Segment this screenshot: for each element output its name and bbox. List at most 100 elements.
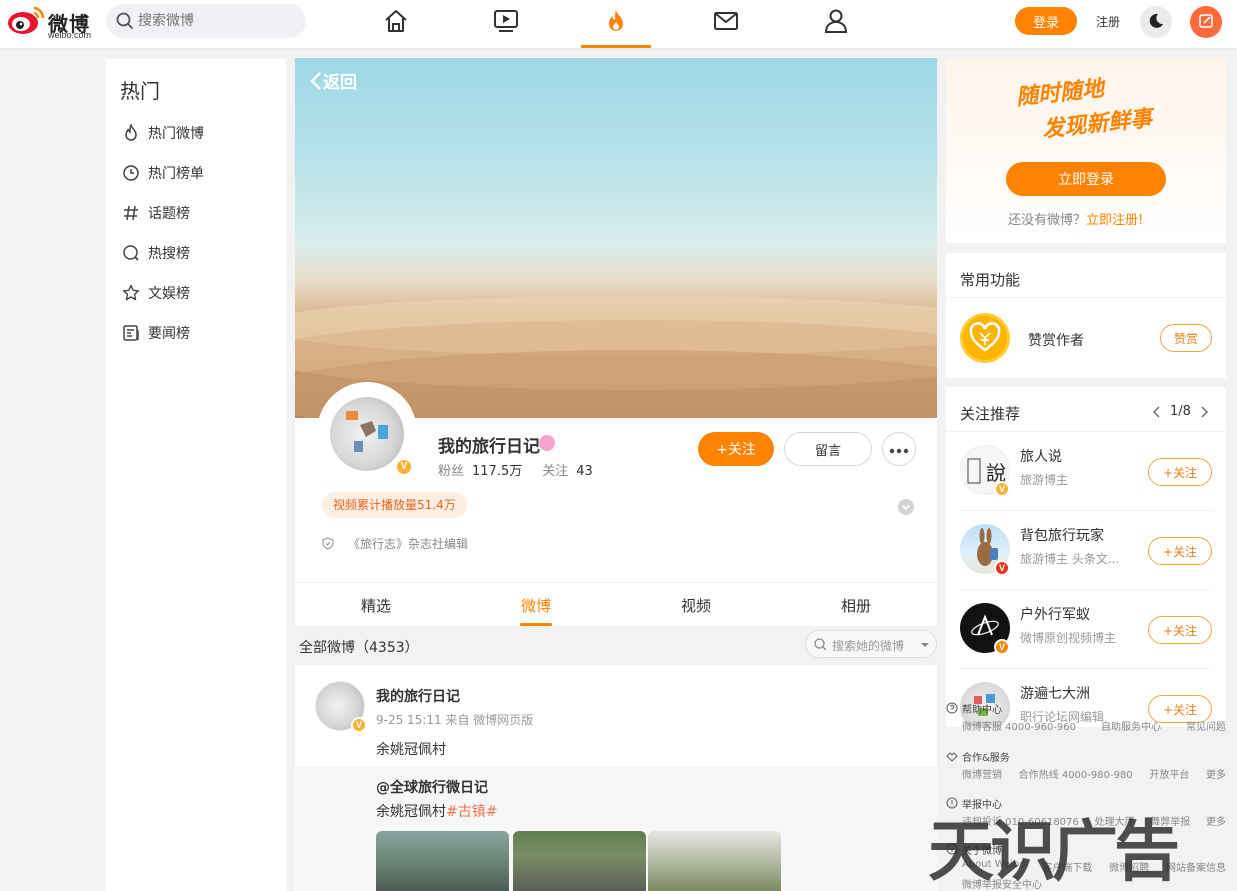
compose-button[interactable] — [1190, 6, 1222, 38]
recommend-name[interactable]: 背包旅行玩家 — [1020, 525, 1104, 545]
footer-link[interactable]: 更多 — [1206, 813, 1226, 828]
reward-button[interactable]: 赞赏 — [1160, 324, 1212, 352]
star-icon — [122, 284, 140, 301]
follow-button[interactable]: +关注 — [1148, 458, 1212, 486]
search-box[interactable] — [106, 4, 306, 38]
sidebar-item-hot-weibo[interactable]: 热门微博 — [122, 121, 272, 145]
footer-link[interactable]: 自助服务中心 — [1101, 718, 1161, 733]
fans-count[interactable]: 117.5万 — [472, 464, 522, 479]
tab-video[interactable]: 视频 — [656, 595, 736, 616]
recommend-item[interactable]: V 户外行军蚁 微博原创视频博主 +关注 — [946, 591, 1226, 669]
login-now-button[interactable]: 立即登录 — [1006, 162, 1166, 196]
handshake-icon — [946, 752, 958, 762]
left-sidebar: 热门 热门微博 热门榜单 话题榜 热搜榜 文娱榜 要闻榜 — [106, 59, 286, 891]
footer-coop-title: 合作&服务 — [962, 752, 1010, 764]
video-icon[interactable] — [493, 8, 519, 34]
footer-link[interactable]: 微博营销 — [962, 766, 1002, 781]
repost-block[interactable]: @全球旅行微日记 余姚冠佩村#古镇# — [295, 767, 937, 891]
hashtag-link[interactable]: #古镇# — [446, 804, 497, 820]
search-circle-icon — [123, 245, 139, 261]
back-label: 返回 — [323, 73, 357, 93]
clock-icon — [123, 165, 139, 181]
recommend-title: 关注推荐 — [960, 405, 1021, 423]
shield-icon — [322, 537, 334, 550]
footer-report-title: 举报中心 — [962, 799, 1002, 811]
recommend-name[interactable]: 户外行军蚁 — [1020, 604, 1090, 624]
sidebar-item-hot-search[interactable]: 热搜榜 — [122, 241, 272, 265]
search-icon — [814, 638, 827, 651]
sidebar-item-news[interactable]: 要闻榜 — [122, 321, 272, 345]
back-button[interactable]: 返回 — [309, 68, 357, 93]
post-author[interactable]: 我的旅行日记 — [376, 686, 460, 706]
recommend-desc: 旅游博主 头条文... — [1020, 552, 1120, 566]
message-button[interactable]: 留言 — [784, 432, 872, 466]
chevron-left-icon[interactable] — [1152, 406, 1162, 418]
tab-active-indicator — [520, 623, 552, 626]
search-input[interactable] — [138, 4, 298, 38]
register-now-link[interactable]: 立即注册! — [1086, 213, 1143, 228]
tab-featured[interactable]: 精选 — [336, 595, 416, 616]
post-image-1[interactable] — [376, 831, 509, 891]
post-meta: 9-25 15:11 来自 微博网页版 — [376, 713, 534, 727]
profile-description: 《旅行志》杂志社编辑 — [322, 535, 468, 552]
chevron-down-icon — [901, 504, 911, 511]
reward-label: 赞赏作者 — [1028, 333, 1084, 349]
nav-active-indicator — [581, 45, 651, 48]
home-icon[interactable] — [383, 8, 409, 34]
verified-badge-icon: V — [994, 560, 1010, 576]
post-image-3[interactable] — [648, 831, 781, 891]
fans-label: 粉丝 — [438, 464, 465, 479]
register-link[interactable]: 注册 — [1096, 13, 1120, 30]
post-image-2[interactable] — [513, 831, 646, 891]
feed-count-label: 全部微博（4353） — [299, 640, 419, 656]
post-card: V 我的旅行日记 9-25 15:11 来自 微博网页版 余姚冠佩村 @全球旅行… — [295, 665, 937, 891]
mail-icon[interactable] — [713, 8, 739, 34]
chevron-right-icon[interactable] — [1199, 406, 1209, 418]
moon-icon — [1149, 13, 1163, 28]
footer-link[interactable]: 更多 — [1206, 766, 1226, 781]
logo-subtext: weibo.com — [48, 30, 92, 40]
sidebar-item-entertainment[interactable]: 文娱榜 — [122, 281, 272, 305]
footer-link[interactable]: 微博客服 4000-960-960 — [962, 718, 1076, 733]
weibo-logo[interactable]: 微博 weibo.com — [6, 4, 98, 40]
tab-weibo[interactable]: 微博 — [496, 595, 576, 616]
follow-button[interactable]: +关注 — [698, 432, 774, 466]
recommend-item[interactable]: V 背包旅行玩家 旅游博主 头条文... +关注 — [946, 512, 1226, 590]
dark-mode-button[interactable] — [1140, 6, 1172, 38]
login-button[interactable]: 登录 — [1015, 7, 1077, 35]
feed-search-box[interactable]: 搜索她的微博 — [805, 630, 937, 658]
expand-info-button[interactable] — [898, 499, 914, 515]
follow-button[interactable]: +关注 — [1148, 616, 1212, 644]
more-options-button[interactable] — [882, 432, 916, 466]
sidebar-item-topics[interactable]: 话题榜 — [122, 201, 272, 225]
no-account-text: 还没有微博？立即注册! — [1008, 213, 1144, 228]
slogan-line2: 发现新鲜事 — [1041, 105, 1154, 143]
repost-author[interactable]: @全球旅行微日记 — [376, 777, 488, 797]
following-count[interactable]: 43 — [576, 464, 593, 479]
watermark-text: 天识广告 — [928, 813, 1180, 890]
hot-flame-icon[interactable] — [603, 8, 629, 34]
following-label: 关注 — [542, 464, 569, 479]
footer-link[interactable]: 合作热线 4000-980-980 — [1019, 766, 1133, 781]
sidebar-item-hot-list[interactable]: 热门榜单 — [122, 161, 272, 185]
weibo-eye-icon — [8, 6, 45, 34]
profile-card: V 我的旅行日记 粉丝 117.5万 关注 43 +关注 留言 视频累计播放量51.4… — [295, 382, 937, 582]
recommend-name[interactable]: 旅人说 — [1020, 446, 1062, 466]
footer-link[interactable]: 常见问题 — [1186, 718, 1226, 733]
verified-badge-icon: V — [994, 639, 1010, 655]
feed-search-placeholder: 搜索她的微博 — [832, 639, 905, 653]
tab-album[interactable]: 相册 — [816, 595, 896, 616]
footer-help: 帮助中心 微博客服 4000-960-960 自助服务中心 常见问题 — [946, 700, 1236, 733]
help-icon — [946, 702, 958, 714]
follow-button[interactable]: +关注 — [1148, 537, 1212, 565]
recommend-item[interactable]: 說 V 旅人说 旅游博主 +关注 — [946, 433, 1226, 511]
reward-icon — [960, 313, 1010, 363]
alert-icon — [946, 797, 958, 809]
footer-link[interactable]: 开放平台 — [1149, 766, 1189, 781]
sidebar-item-label: 话题榜 — [148, 206, 190, 222]
ellipsis-icon — [889, 448, 909, 453]
recommend-desc: 微博原创视频博主 — [1020, 631, 1117, 645]
top-bar: 微博 weibo.com 登录 注册 — [0, 0, 1237, 49]
heart-yen-icon — [963, 316, 1007, 360]
user-icon[interactable] — [823, 8, 849, 34]
